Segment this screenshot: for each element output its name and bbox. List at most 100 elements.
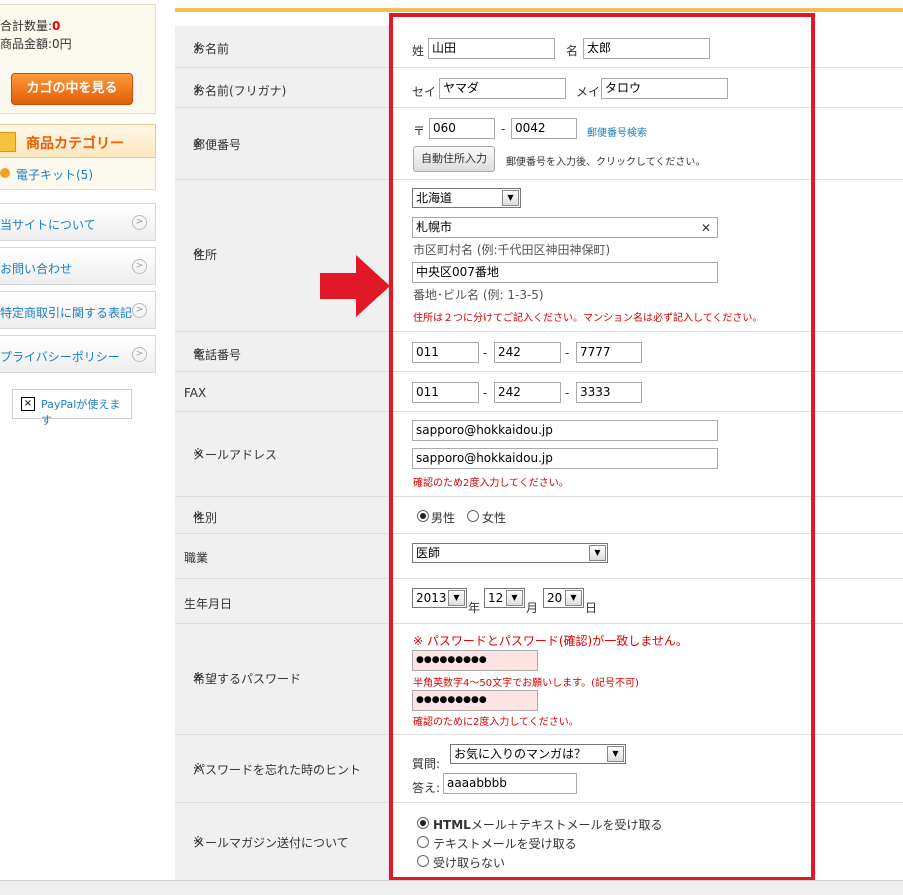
nav-privacy[interactable]: プライバシーポリシー > [0,335,156,373]
mei-kana-label: メイ [576,85,601,99]
row-tel: 電話番号 ※ 011 - 242 - 7777 [175,332,903,372]
email-input[interactable]: sapporo@hokkaidou.jp [412,420,718,441]
tel-dash: - [565,346,570,360]
cart-total: 商品金額:0円 [0,37,72,51]
label-cell: メールマガジン送付について ※ [175,803,389,880]
mailmag-html-label: HTMLメール＋テキストメールを受け取る [433,818,663,832]
job-value: 医師 [416,546,441,560]
first-name-kana-input[interactable]: タロウ [601,78,728,99]
zip1-input[interactable]: 060 [429,118,495,139]
street-hint: 番地･ビル名 (例: 1-3-5) [413,288,544,302]
email-confirm-input[interactable]: sapporo@hokkaidou.jp [412,448,718,469]
row-email: メールアドレス ※ sapporo@hokkaidou.jp sapporo@ho… [175,412,903,497]
gender-female-label: 女性 [482,511,507,525]
nav-legal[interactable]: 特定商取引に関する表記 > [0,291,156,329]
address-note: 住所は２つに分けてご記入ください。マンション名は必ず記入してください。 [413,313,763,324]
dropdown-arrow-icon: ▼ [589,545,606,561]
arrow-right-icon [320,255,390,317]
prefecture-select[interactable]: 北海道 ▼ [412,188,521,208]
chevron-right-icon: > [132,303,147,318]
mailmag-text-radio[interactable] [417,836,429,848]
label-cell: お名前(フリガナ) ※ [175,68,389,107]
birth-year-select[interactable]: 2013 ▼ [412,588,467,608]
zip-search-link[interactable]: 郵便番号検索 [587,124,647,139]
street-input[interactable]: 中央区007番地 [412,262,718,283]
row-address: 住所 ※ 北海道 ▼ 札幌市 ✕ 市区町村名 (例:千代田区神田神保町) 中央区007… [175,180,903,332]
mailmag-html-radio[interactable] [417,817,429,829]
gender-female-radio[interactable] [467,510,479,522]
city-input[interactable]: 札幌市 ✕ [412,217,718,238]
paypal-logo-icon: × [21,397,35,411]
mailmag-none-radio[interactable] [417,855,429,867]
label-cell: FAX [175,372,389,411]
row-password: 希望するパスワード ※ ※ パスワードとパスワード(確認)が一致しません。 ●●●… [175,624,903,735]
city-value: 札幌市 [416,220,453,234]
fax2-input[interactable]: 242 [494,382,561,403]
birth-label: 生年月日 [184,597,233,611]
password-note: 確認のために2度入力してください。 [413,717,579,728]
password-input[interactable]: ●●●●●●●●● [412,650,538,671]
birth-day-select[interactable]: 20 ▼ [543,588,584,608]
chevron-right-icon: > [132,259,147,274]
dropdown-arrow-icon: ▼ [607,746,624,762]
fax1-input[interactable]: 011 [412,382,479,403]
year-unit: 年 [468,601,481,615]
paypal-badge[interactable]: × PayPalが使えます [12,389,132,427]
row-birth: 生年月日 2013 ▼ 年 12 ▼ 月 20 ▼ 日 [175,579,903,624]
fax-dash: - [565,386,570,400]
hint-question-select[interactable]: お気に入りのマンガは？ ▼ [450,744,626,764]
nav-label: 当サイトについて [0,218,96,232]
sei-kana-label: セイ [412,85,437,99]
gender-male-radio[interactable] [417,510,429,522]
day-unit: 日 [585,601,598,615]
category-title: 商品カテゴリー [26,136,124,152]
birth-day-value: 20 [547,591,563,605]
tel-dash: - [483,346,488,360]
password-error: ※ パスワードとパスワード(確認)が一致しません。 [413,634,688,648]
mailmag-none-label: 受け取らない [433,856,506,870]
clear-x-icon[interactable]: ✕ [701,219,711,237]
cart-count: 合計数量:0 [0,19,61,33]
row-mailmag: メールマガジン送付について ※ HTMLメール＋テキストメールを受け取る テキスト… [175,803,903,880]
dropdown-arrow-icon: ▼ [565,590,582,606]
tel3-input[interactable]: 7777 [576,342,642,363]
label-cell: 電話番号 ※ [175,332,389,371]
hint-answer-input[interactable]: aaaabbbb [443,773,577,794]
nav-about[interactable]: 当サイトについて > [0,203,156,241]
category-item-kit[interactable]: 電子キット(5) [0,158,156,190]
first-name-input[interactable]: 太郎 [583,38,710,59]
hint-question-value: お気に入りのマンガは？ [454,747,587,761]
paypal-label: PayPalが使えます [41,398,121,427]
password-confirm-input[interactable]: ●●●●●●●●● [412,690,538,711]
zip-mark: 〒 [413,124,426,138]
tel2-input[interactable]: 242 [494,342,561,363]
category-header: 商品カテゴリー [0,124,156,158]
row-job: 職業 医師 ▼ [175,534,903,579]
chevron-right-icon: > [132,347,147,362]
birth-month-select[interactable]: 12 ▼ [484,588,525,608]
last-name-kana-input[interactable]: ヤマダ [439,78,566,99]
last-name-input[interactable]: 山田 [428,38,555,59]
fax3-input[interactable]: 3333 [576,382,642,403]
password-hint: 半角英数字4～50文字でお願いします。(記号不可) [413,678,639,689]
answer-label: 答え: [412,781,441,795]
month-unit: 月 [526,601,539,615]
category-folder-icon [0,132,16,152]
email-note: 確認のため2度入力してください。 [413,478,569,489]
dropdown-arrow-icon: ▼ [506,590,523,606]
job-select[interactable]: 医師 ▼ [412,543,608,563]
zip2-input[interactable]: 0042 [511,118,577,139]
tel1-input[interactable]: 011 [412,342,479,363]
label-cell: 性別 ※ [175,497,389,533]
bullet-icon [0,168,10,178]
category-item-label: 電子キット(5) [16,168,93,182]
auto-address-button[interactable]: 自動住所入力 [413,146,495,172]
dropdown-arrow-icon: ▼ [448,590,465,606]
sidebar: 合計数量:0 商品金額:0円 カゴの中を見る 商品カテゴリー 電子キット(5) … [0,0,158,880]
nav-contact[interactable]: お問い合わせ > [0,247,156,285]
label-cell: パスワードを忘れた時のヒント ※ [175,735,389,802]
label-cell: 職業 [175,534,389,578]
view-cart-button[interactable]: カゴの中を見る [11,73,133,105]
bottom-bar [0,880,903,895]
dropdown-arrow-icon: ▼ [502,190,519,206]
